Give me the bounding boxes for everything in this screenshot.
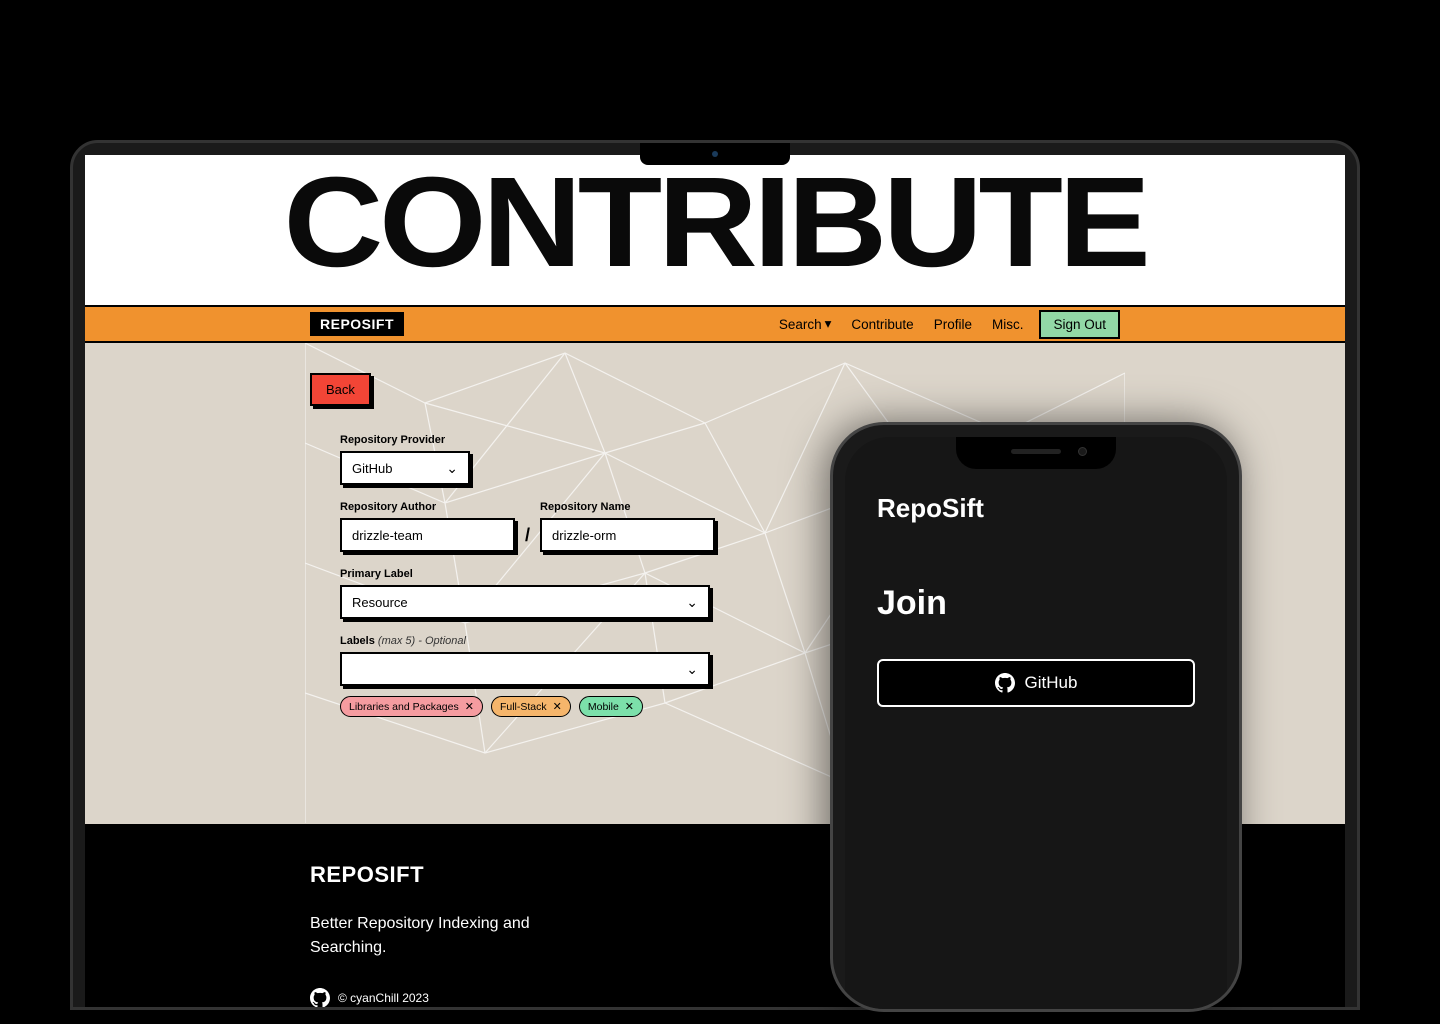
labels-select[interactable]: ⌄: [340, 652, 710, 686]
page-title: CONTRIBUTE: [85, 165, 1345, 280]
github-icon: [995, 673, 1015, 693]
footer-tagline: Better Repository Indexing and Searching…: [310, 912, 570, 960]
laptop-camera: [712, 151, 718, 157]
name-label: Repository Name: [540, 501, 715, 513]
caret-down-icon: ▾: [825, 316, 832, 332]
phone-camera: [1078, 447, 1087, 456]
nav-profile[interactable]: Profile: [934, 317, 972, 332]
slash-separator: /: [525, 525, 530, 552]
brand-logo[interactable]: REPOSIFT: [310, 312, 404, 336]
nav-misc[interactable]: Misc.: [992, 317, 1024, 332]
phone-screen: RepoSift Join GitHub: [845, 437, 1227, 1009]
phone-volume-up: [830, 605, 832, 661]
chip-text: Libraries and Packages: [349, 701, 459, 713]
github-signin-button[interactable]: GitHub: [877, 659, 1195, 707]
chip-mobile: Mobile ✕: [579, 696, 643, 717]
nav-search[interactable]: Search ▾: [779, 316, 832, 332]
chevron-down-icon: ⌄: [686, 661, 698, 678]
phone-brand: RepoSift: [877, 493, 1195, 524]
author-input[interactable]: [340, 518, 515, 552]
signout-button[interactable]: Sign Out: [1039, 310, 1120, 339]
author-label: Repository Author: [340, 501, 515, 513]
phone-speaker: [1011, 449, 1061, 454]
phone-volume-down: [830, 675, 832, 731]
labels-hint: (max 5) - Optional: [378, 635, 466, 647]
hero-section: CONTRIBUTE: [85, 155, 1345, 305]
labels-label-text: Labels: [340, 635, 375, 647]
remove-chip-icon[interactable]: ✕: [553, 700, 562, 713]
phone-silent-switch: [830, 545, 832, 579]
chip-text: Full-Stack: [500, 701, 547, 713]
name-input[interactable]: [540, 518, 715, 552]
phone-frame: RepoSift Join GitHub: [830, 422, 1242, 1012]
provider-value: GitHub: [352, 461, 392, 476]
copyright-text: © cyanChill 2023: [338, 991, 429, 1005]
navbar: REPOSIFT Search ▾ Contribute Profile Mis…: [85, 305, 1345, 343]
chevron-down-icon: ⌄: [686, 594, 698, 611]
github-button-label: GitHub: [1025, 673, 1078, 693]
remove-chip-icon[interactable]: ✕: [625, 700, 634, 713]
chip-text: Mobile: [588, 701, 619, 713]
back-button[interactable]: Back: [310, 373, 371, 406]
remove-chip-icon[interactable]: ✕: [465, 700, 474, 713]
phone-heading: Join: [877, 584, 1195, 623]
primary-label-value: Resource: [352, 595, 408, 610]
nav-search-label: Search: [779, 317, 822, 332]
chip-fullstack: Full-Stack ✕: [491, 696, 571, 717]
primary-label-select[interactable]: Resource ⌄: [340, 585, 710, 619]
github-icon: [310, 988, 330, 1007]
nav-contribute[interactable]: Contribute: [851, 317, 913, 332]
provider-select[interactable]: GitHub ⌄: [340, 451, 470, 485]
chip-libraries: Libraries and Packages ✕: [340, 696, 483, 717]
chevron-down-icon: ⌄: [446, 460, 458, 477]
